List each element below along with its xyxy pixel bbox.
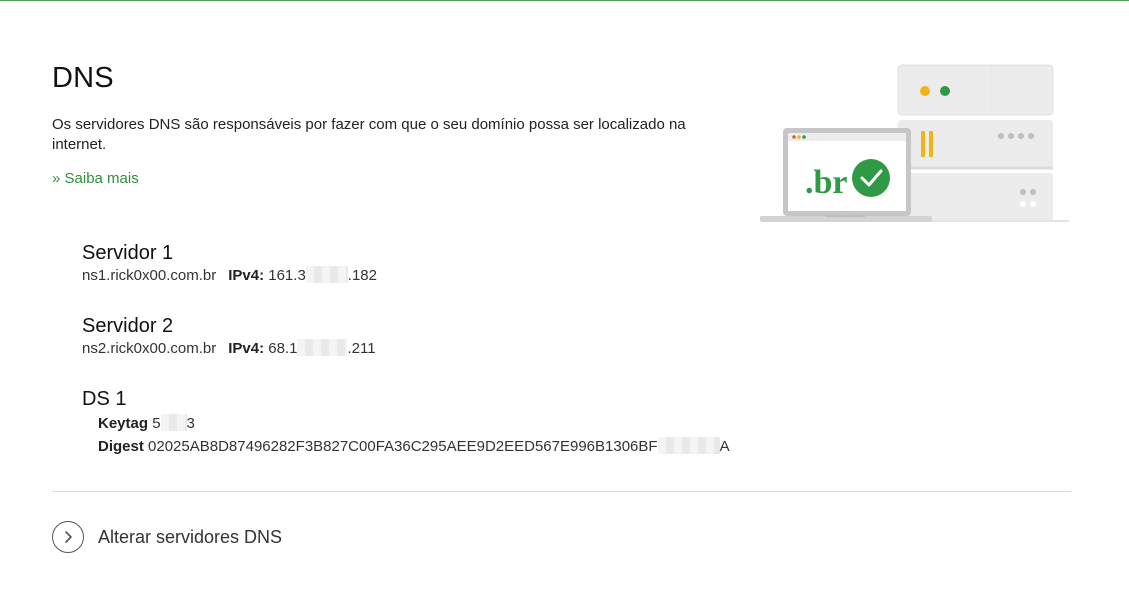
digest-label: Digest [98,438,144,455]
page-title: DNS [52,62,114,94]
digest-suffix: A [719,438,730,455]
top-accent-line [0,0,1129,1]
ipv4-prefix: 68.1 [268,340,298,357]
ipv4-label: IPv4: [228,267,265,284]
redacted-block [305,266,348,283]
ds-title: DS 1 [82,388,127,410]
ipv4-suffix: .182 [347,267,377,284]
redacted-block [657,437,720,454]
keytag-row: Keytag 5 3 [82,412,730,435]
server-hostname: ns2.rick0x00.com.br [82,340,217,357]
section-description: Os servidores DNS são responsáveis por f… [52,116,686,153]
server-details: ns2.rick0x00.com.br IPv4: 68.1 .211 [82,339,376,359]
ipv4-prefix: 161.3 [268,267,306,284]
keytag-suffix: 3 [186,415,195,432]
section-divider [52,491,1071,492]
redacted-block [160,414,187,431]
br-logo: .br [805,164,848,201]
server-laptop-illustration: .br [760,64,1069,222]
server-hostname: ns1.rick0x00.com.br [82,267,217,284]
digest-prefix: 02025AB8D87496282F3B827C00FA36C295AEE9D2… [148,438,658,455]
server-title: Servidor 2 [82,315,174,337]
chevron-right-icon [52,521,84,553]
server-1: Servidor 1 ns1.rick0x00.com.br IPv4: 161.… [82,240,377,286]
digest-row: Digest 02025AB8D87496282F3B827C00FA36C29… [82,435,730,458]
server-title: Servidor 1 [82,242,174,264]
ipv4-label: IPv4: [228,340,265,357]
server-details: ns1.rick0x00.com.br IPv4: 161.3 .182 [82,266,377,286]
change-dns-button[interactable]: Alterar servidores DNS [52,521,282,553]
keytag-prefix: 5 [152,415,161,432]
learn-more-link[interactable]: » Saiba mais [52,170,139,187]
redacted-block [297,339,348,356]
ds-record: DS 1 Keytag 5 3 Digest 02025AB8D87496282F… [82,386,730,458]
server-2: Servidor 2 ns2.rick0x00.com.br IPv4: 68.1… [82,313,376,359]
ipv4-suffix: .211 [347,340,376,357]
change-dns-label: Alterar servidores DNS [98,526,283,547]
keytag-label: Keytag [98,415,149,432]
dns-server-illustration: .br [755,60,1075,240]
